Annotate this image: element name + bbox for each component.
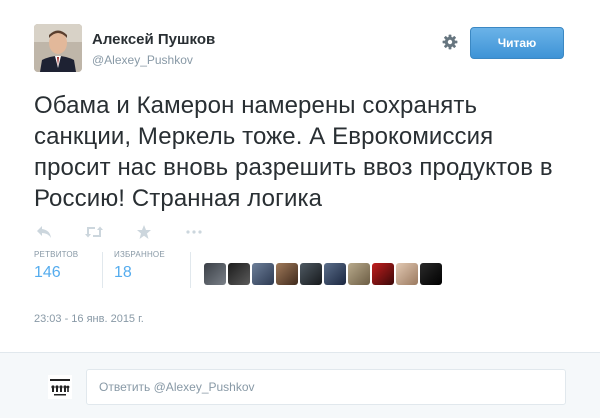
reply-area: Ответить @Alexey_Pushkov: [0, 352, 600, 418]
follow-button[interactable]: Читаю: [470, 27, 564, 59]
author-handle[interactable]: @Alexey_Pushkov: [92, 53, 193, 67]
reply-input[interactable]: Ответить @Alexey_Pushkov: [86, 369, 566, 405]
tweet-timestamp[interactable]: 23:03 - 16 янв. 2015 г.: [34, 313, 144, 325]
stats-divider: [102, 252, 103, 288]
retweets-count: 146: [34, 264, 61, 281]
tweet-text: Обама и Камерон намерены сохранять санкц…: [34, 92, 553, 212]
favorite-icon[interactable]: [134, 224, 154, 240]
favoriter-avatar[interactable]: [300, 263, 322, 285]
favorites-count: 18: [114, 264, 132, 281]
current-user-avatar: [48, 375, 72, 399]
author-name[interactable]: Алексей Пушков: [92, 31, 215, 48]
favoriters-list: [204, 263, 444, 285]
reply-icon[interactable]: [34, 224, 54, 240]
favoriter-avatar[interactable]: [228, 263, 250, 285]
favoriter-avatar[interactable]: [324, 263, 346, 285]
avatar-photo: [34, 24, 82, 72]
favoriter-avatar[interactable]: [348, 263, 370, 285]
favoriter-avatar[interactable]: [396, 263, 418, 285]
stats-divider: [190, 252, 191, 288]
retweets-label: РЕТВИТОВ: [34, 250, 79, 259]
favoriter-avatar[interactable]: [372, 263, 394, 285]
tweet-actions: [34, 222, 234, 242]
author-avatar[interactable]: [34, 24, 82, 72]
retweets-stat[interactable]: РЕТВИТОВ 146: [34, 250, 78, 282]
favorites-stat[interactable]: ИЗБРАННОЕ 18: [114, 250, 165, 282]
gear-icon[interactable]: [440, 32, 460, 52]
favoriter-avatar[interactable]: [276, 263, 298, 285]
favoriter-avatar[interactable]: [204, 263, 226, 285]
more-icon[interactable]: [184, 224, 204, 240]
favoriter-avatar[interactable]: [420, 263, 442, 285]
favorites-label: ИЗБРАННОЕ: [114, 250, 165, 259]
retweet-icon[interactable]: [84, 224, 104, 240]
tweet-card: Алексей Пушков @Alexey_Pushkov Читаю Оба…: [0, 0, 600, 352]
favoriter-avatar[interactable]: [252, 263, 274, 285]
